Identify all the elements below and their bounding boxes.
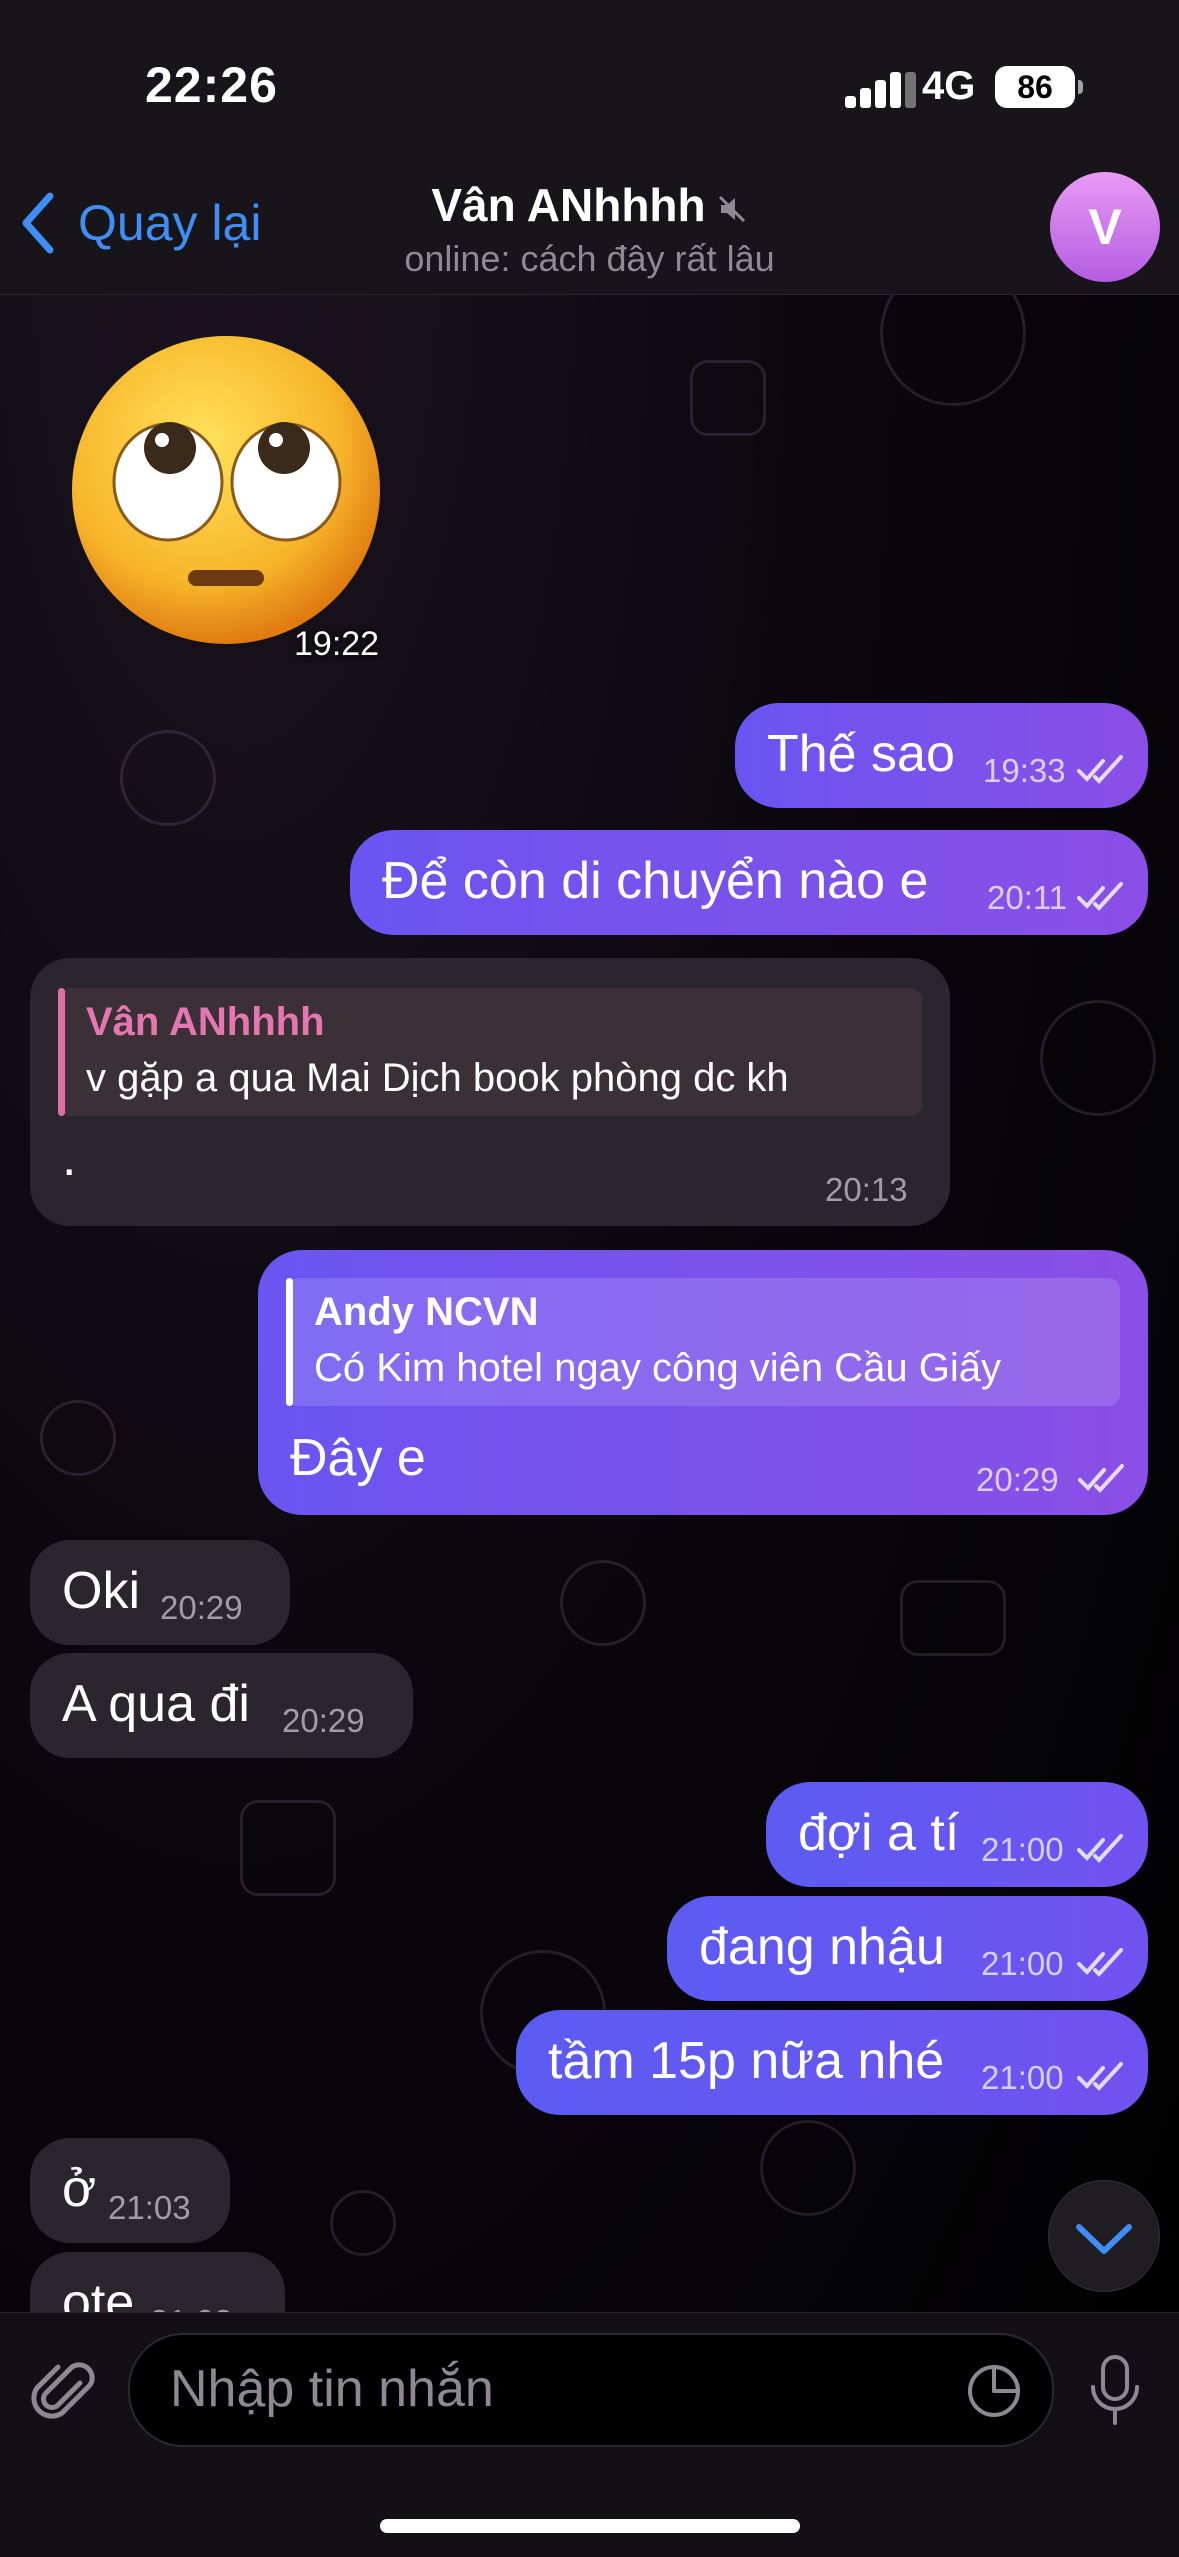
scroll-to-bottom-button[interactable] [1048,2180,1160,2292]
message-text: Đây e [290,1429,426,1487]
message-text: A qua đi [62,1675,250,1733]
message-time: 21:00 [981,1831,1064,1868]
double-check-icon [1077,755,1123,784]
outgoing-message[interactable]: tầm 15p nữa nhé 21:00 [516,2010,1148,2115]
message-text: đợi a tí [798,1804,960,1862]
face-with-rolling-eyes-emoji[interactable] [68,332,384,648]
chevron-down-icon [1076,2224,1132,2254]
message-time: 21:00 [981,1945,1064,1982]
message-time: 20:29 [160,1589,243,1626]
sticker-icon[interactable] [966,2363,1022,2419]
microphone-icon[interactable] [1085,2353,1145,2429]
message-time: 20:29 [976,1461,1059,1498]
composer-bar [0,2312,1179,2557]
network-type: 4G [922,64,976,108]
contact-name: Vân ANhhhh [431,179,706,231]
message-input-field[interactable] [128,2333,1054,2447]
message-text: Thế sao [767,725,955,783]
status-bar: 22:26 4G 86 [0,0,1179,160]
message-text: Để còn di chuyển nào e [382,852,929,910]
incoming-message[interactable]: Vân ANhhhh v gặp a qua Mai Dịch book phò… [30,958,950,1226]
double-check-icon [1077,2062,1123,2091]
incoming-message[interactable]: A qua đi 20:29 [30,1653,413,1758]
reply-quote[interactable]: Andy NCVN Có Kim hotel ngay công viên Cầ… [286,1278,1120,1406]
incoming-message[interactable]: Oki 20:29 [30,1540,290,1645]
muted-icon [718,195,745,222]
avatar[interactable]: V [1050,172,1160,282]
reply-quote[interactable]: Vân ANhhhh v gặp a qua Mai Dịch book phò… [58,988,922,1116]
reply-text: v gặp a qua Mai Dịch book phòng dc kh [86,1056,789,1100]
paperclip-icon[interactable] [30,2357,102,2429]
chat-title[interactable]: Vân ANhhhh [0,178,1179,232]
double-check-icon [1078,1464,1124,1493]
chat-header: Quay lại Vân ANhhhh online: cách đây rất… [0,160,1179,295]
outgoing-message[interactable]: đợi a tí 21:00 [766,1782,1148,1887]
message-time: 20:11 [987,879,1068,916]
double-check-icon [1077,1948,1123,1977]
battery-icon: 86 [995,66,1083,108]
message-time: 21:00 [981,2059,1064,2096]
message-text: ở [62,2160,97,2218]
outgoing-message[interactable]: Để còn di chuyển nào e 20:11 [350,830,1148,935]
message-text: . [62,1129,77,1187]
message-time: 19:33 [983,752,1066,789]
status-time: 22:26 [145,57,278,113]
outgoing-message[interactable]: đang nhậu 21:00 [667,1896,1148,2001]
outgoing-message[interactable]: Thế sao 19:33 [735,703,1148,808]
outgoing-message[interactable]: Andy NCVN Có Kim hotel ngay công viên Cầ… [258,1250,1148,1515]
message-input[interactable] [168,2335,972,2443]
cellular-signal-icon [845,70,916,108]
message-text: đang nhậu [699,1918,945,1976]
message-time: 20:29 [282,1702,365,1739]
double-check-icon [1077,1834,1123,1863]
reply-author: Vân ANhhhh [86,1000,325,1044]
message-time: 19:22 [294,625,380,663]
message-text: tầm 15p nữa nhé [548,2032,945,2090]
home-indicator [380,2519,800,2533]
reply-text: Có Kim hotel ngay công viên Cầu Giấy [314,1346,1002,1390]
contact-status: online: cách đây rất lâu [404,238,775,279]
double-check-icon [1077,882,1123,911]
incoming-message[interactable]: ở 21:03 [30,2138,230,2243]
message-time: 20:13 [825,1171,908,1208]
reply-author: Andy NCVN [314,1290,539,1334]
message-text: Oki [62,1562,140,1620]
message-time: 21:03 [108,2189,191,2226]
